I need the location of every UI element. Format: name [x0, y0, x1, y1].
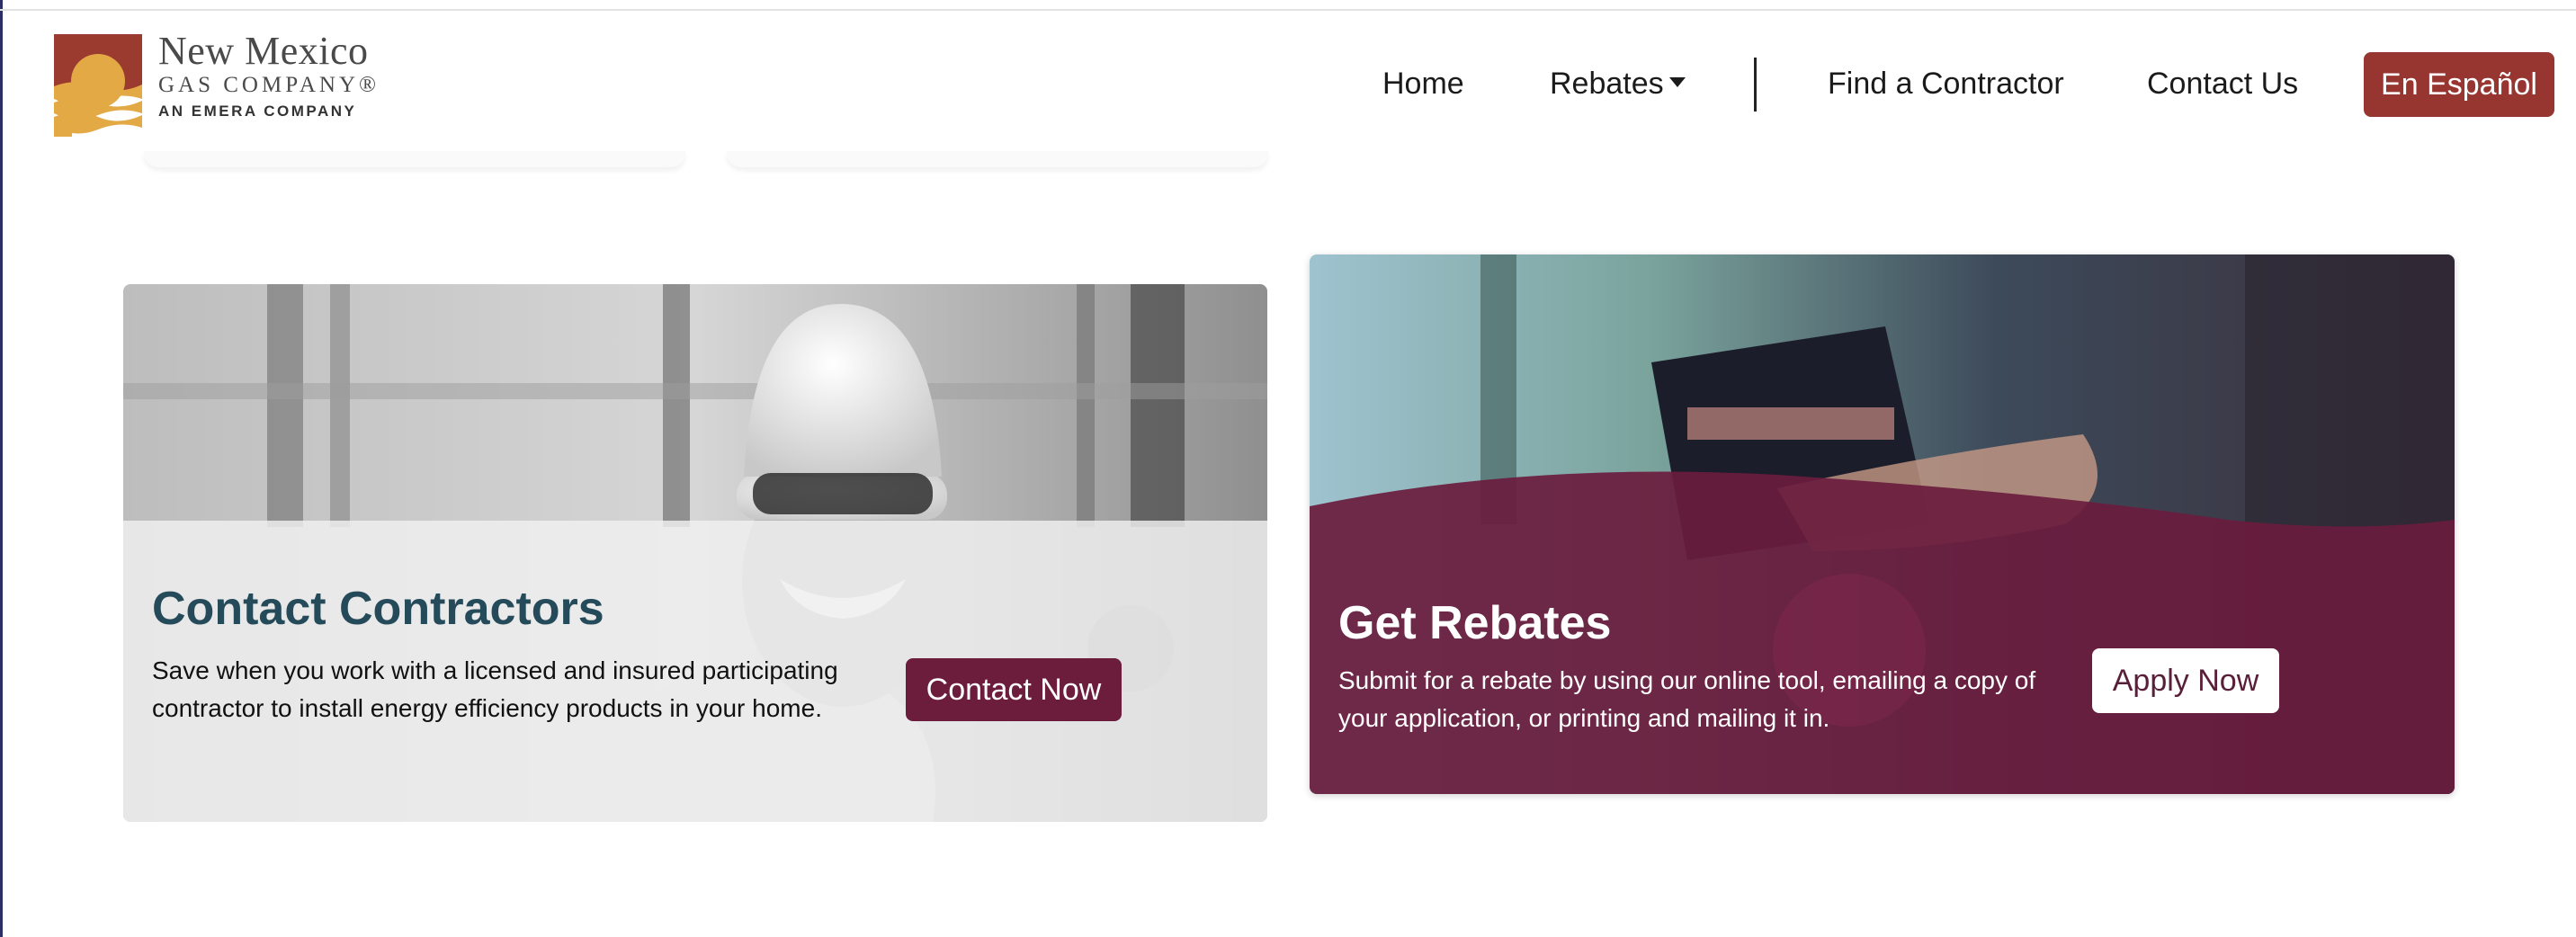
get-rebates-card: Get Rebates Submit for a rebate by using…: [1310, 254, 2455, 794]
espanol-button[interactable]: En Español: [2364, 52, 2554, 117]
nav-home-link[interactable]: Home: [1382, 67, 1464, 102]
contact-now-button[interactable]: Contact Now: [906, 658, 1122, 721]
card-bottom-edge: [727, 151, 1268, 167]
top-divider: [0, 9, 2576, 11]
caret-down-icon: [1668, 76, 1686, 87]
card-title: Contact Contractors: [152, 583, 604, 635]
window-edge: [0, 0, 3, 937]
card-title: Get Rebates: [1338, 597, 1612, 649]
card-description: Submit for a rebate by using our online …: [1338, 666, 2036, 732]
card-bottom-edge: [144, 151, 685, 167]
nav-find-contractor-link[interactable]: Find a Contractor: [1828, 67, 2064, 102]
main-nav: Home Rebates Find a Contractor Contact U…: [0, 52, 2576, 117]
card-description: Save when you work with a licensed and i…: [152, 656, 838, 722]
nav-rebates-dropdown[interactable]: Rebates: [1550, 67, 1686, 102]
apply-now-button[interactable]: Apply Now: [2092, 648, 2279, 713]
nav-rebates-label: Rebates: [1550, 67, 1664, 101]
contact-contractors-card: Contact Contractors Save when you work w…: [123, 284, 1267, 822]
nav-divider: [1754, 58, 1757, 112]
nav-contact-link[interactable]: Contact Us: [2147, 67, 2298, 102]
